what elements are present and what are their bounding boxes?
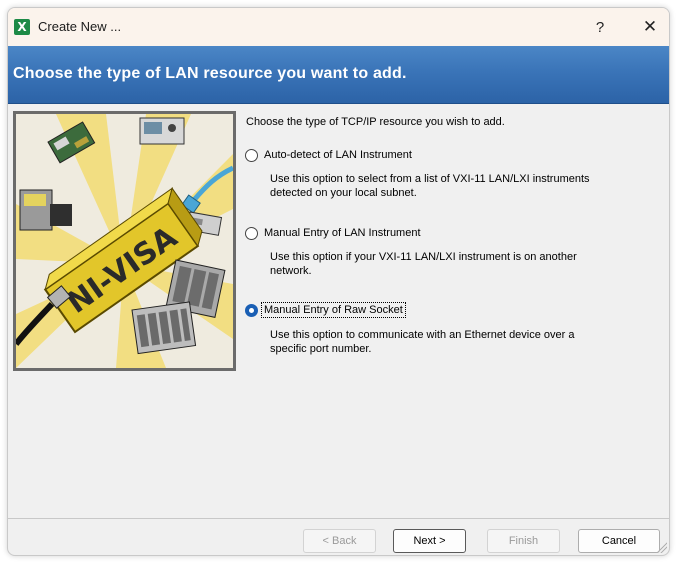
- resource-type-prompt: Choose the type of TCP/IP resource you w…: [246, 116, 505, 128]
- option-raw-socket-label[interactable]: Manual Entry of Raw Socket: [261, 302, 406, 318]
- cancel-button[interactable]: Cancel: [578, 529, 660, 553]
- wizard-banner: Choose the type of LAN resource you want…: [8, 46, 669, 104]
- ni-visa-illustration: NI-VISA: [13, 111, 236, 371]
- radio-auto-detect[interactable]: [245, 148, 258, 162]
- radio-manual-lan[interactable]: [245, 226, 258, 240]
- option-auto-detect-description: Use this option to select from a list of…: [270, 173, 590, 199]
- option-manual-lan-description: Use this option if your VXI-11 LAN/LXI i…: [270, 251, 577, 277]
- close-button[interactable]: ✕: [630, 14, 669, 40]
- radio-raw-socket[interactable]: [245, 303, 258, 317]
- option-manual-lan-label[interactable]: Manual Entry of LAN Instrument: [262, 226, 423, 240]
- next-button[interactable]: Next >: [393, 529, 466, 553]
- create-new-dialog: X Create New ... ? ✕ Choose the type of …: [7, 7, 670, 556]
- option-raw-socket[interactable]: Manual Entry of Raw Socket: [245, 302, 406, 318]
- banner-title: Choose the type of LAN resource you want…: [13, 65, 407, 82]
- option-auto-detect-label[interactable]: Auto-detect of LAN Instrument: [262, 148, 414, 162]
- finish-button[interactable]: Finish: [487, 529, 560, 553]
- option-raw-socket-description: Use this option to communicate with an E…: [270, 329, 575, 355]
- illustration-graphic: NI-VISA: [16, 114, 233, 368]
- resize-grip[interactable]: [655, 541, 667, 553]
- option-auto-detect[interactable]: Auto-detect of LAN Instrument: [245, 148, 414, 162]
- window-title: Create New ...: [38, 19, 122, 34]
- help-button[interactable]: ?: [580, 14, 620, 40]
- back-button[interactable]: < Back: [303, 529, 376, 553]
- footer-separator: [8, 518, 669, 519]
- title-bar[interactable]: X Create New ... ? ✕: [8, 8, 669, 46]
- app-icon: X: [14, 19, 30, 35]
- option-manual-lan[interactable]: Manual Entry of LAN Instrument: [245, 226, 423, 240]
